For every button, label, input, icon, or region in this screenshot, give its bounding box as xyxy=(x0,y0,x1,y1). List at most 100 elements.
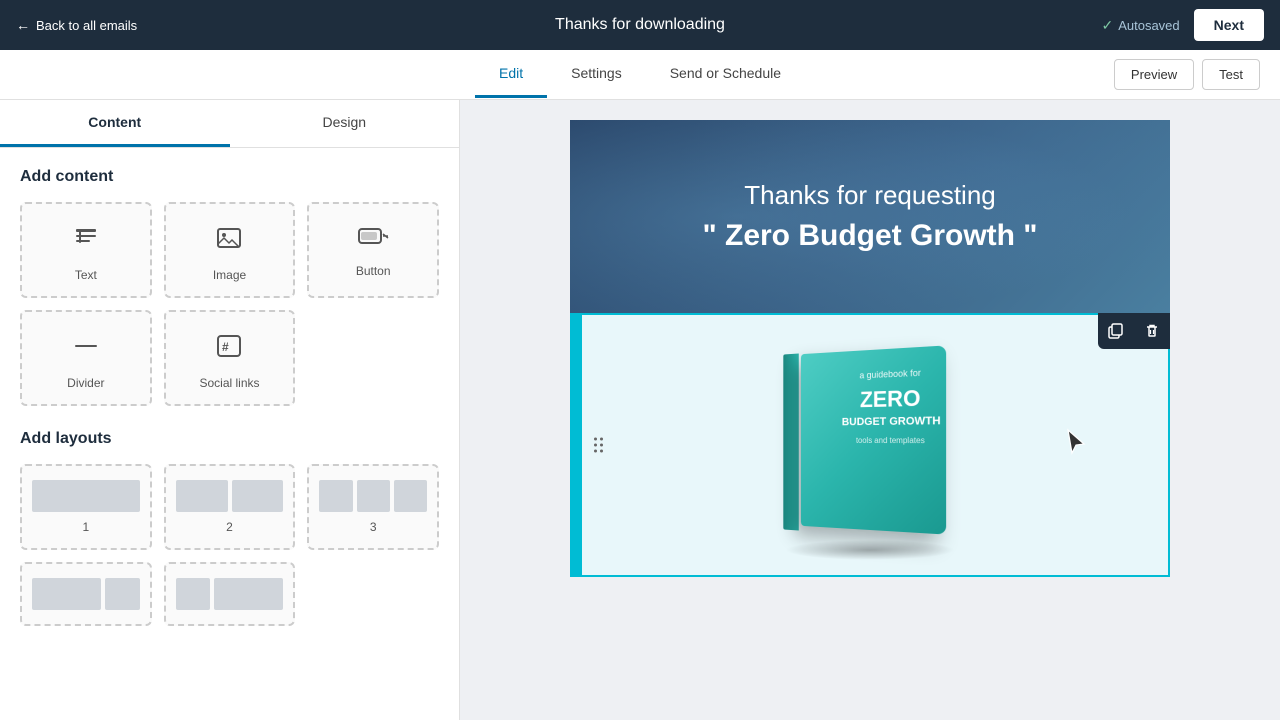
layout-col xyxy=(394,480,427,512)
book-illustration: a guidebook for ZERO BUDGET GROWTH tools… xyxy=(775,340,975,550)
layout-extra-preview xyxy=(32,578,140,610)
social-content-label: Social links xyxy=(199,376,259,390)
drag-dot xyxy=(600,450,603,453)
layout-col xyxy=(232,480,284,512)
email-body-block[interactable]: a guidebook for ZERO BUDGET GROWTH tools… xyxy=(570,313,1170,577)
layout-col xyxy=(32,480,140,512)
book-spine xyxy=(783,354,798,531)
layout-1-preview xyxy=(32,480,140,512)
content-item-image[interactable]: Image xyxy=(164,202,296,298)
layout-extra-1[interactable] xyxy=(20,562,152,626)
drag-dot-row xyxy=(594,444,603,447)
sidebar-tab-content[interactable]: Content xyxy=(0,100,230,147)
button-content-icon xyxy=(357,224,389,254)
email-canvas: Thanks for requesting " Zero Budget Grow… xyxy=(460,100,1280,720)
layout-1-label: 1 xyxy=(82,520,89,534)
top-bar: ← Back to all emails Thanks for download… xyxy=(0,0,1280,50)
layout-col xyxy=(176,480,228,512)
sidebar-tab-design[interactable]: Design xyxy=(230,100,460,147)
test-button[interactable]: Test xyxy=(1202,59,1260,90)
back-label: Back to all emails xyxy=(36,18,137,33)
email-body-sidebar-bar xyxy=(572,315,582,575)
book-title-sub: BUDGET GROWTH xyxy=(828,415,957,429)
layout-3-preview xyxy=(319,480,427,512)
book-bottom-text: tools and templates xyxy=(828,436,957,446)
back-arrow-icon: ← xyxy=(16,17,30,33)
image-content-icon xyxy=(215,224,243,258)
drag-dot-row xyxy=(594,438,603,441)
layout-col xyxy=(357,480,390,512)
email-header-line1: Thanks for requesting xyxy=(610,180,1130,211)
next-button[interactable]: Next xyxy=(1194,9,1264,41)
add-content-title: Add content xyxy=(20,168,439,186)
layout-extra-preview-2 xyxy=(176,578,284,610)
text-content-label: Text xyxy=(75,268,97,282)
copy-block-button[interactable] xyxy=(1098,313,1134,349)
drag-dot xyxy=(600,444,603,447)
tab-send-schedule[interactable]: Send or Schedule xyxy=(646,51,805,98)
secondary-nav: Edit Settings Send or Schedule Preview T… xyxy=(0,50,1280,100)
email-body-content: a guidebook for ZERO BUDGET GROWTH tools… xyxy=(582,315,1168,575)
content-item-button[interactable]: Button xyxy=(307,202,439,298)
layout-2-col[interactable]: 2 xyxy=(164,464,296,550)
email-wrapper: Thanks for requesting " Zero Budget Grow… xyxy=(570,120,1170,577)
layout-2-preview xyxy=(176,480,284,512)
preview-button[interactable]: Preview xyxy=(1114,59,1194,90)
book-body: a guidebook for ZERO BUDGET GROWTH tools… xyxy=(801,345,946,534)
tab-bar: Edit Settings Send or Schedule xyxy=(475,51,805,98)
divider-content-label: Divider xyxy=(67,376,104,390)
back-link[interactable]: ← Back to all emails xyxy=(16,17,137,33)
tab-settings[interactable]: Settings xyxy=(547,51,646,98)
drag-dot xyxy=(594,450,597,453)
layouts-grid: 1 2 3 xyxy=(20,464,439,626)
layout-col xyxy=(32,578,101,610)
svg-text:#: # xyxy=(222,340,229,354)
button-content-label: Button xyxy=(356,264,391,278)
layout-extra-2[interactable] xyxy=(164,562,296,626)
text-content-icon xyxy=(72,224,100,258)
email-header-line2: " Zero Budget Growth " xyxy=(610,219,1130,253)
layout-col xyxy=(105,578,140,610)
secondary-nav-actions: Preview Test xyxy=(1114,59,1260,90)
page-title: Thanks for downloading xyxy=(555,16,725,34)
content-items-grid: Text Image xyxy=(20,202,439,406)
content-item-social[interactable]: # Social links xyxy=(164,310,296,406)
content-item-divider[interactable]: Divider xyxy=(20,310,152,406)
sidebar-tabs: Content Design xyxy=(0,100,459,148)
book-subtitle: a guidebook for xyxy=(828,366,957,382)
check-icon: ✓ xyxy=(1101,17,1113,34)
tab-edit[interactable]: Edit xyxy=(475,51,547,98)
book-title-main: ZERO xyxy=(828,385,957,413)
drag-dot xyxy=(594,444,597,447)
main-layout: Content Design Add content Text xyxy=(0,100,1280,720)
autosaved-label: Autosaved xyxy=(1118,18,1179,33)
delete-block-button[interactable] xyxy=(1134,313,1170,349)
social-content-icon: # xyxy=(215,332,243,366)
layout-3-label: 3 xyxy=(370,520,377,534)
book-shadow xyxy=(785,540,955,560)
drag-dot xyxy=(600,438,603,441)
layout-col xyxy=(319,480,352,512)
email-header-block[interactable]: Thanks for requesting " Zero Budget Grow… xyxy=(570,120,1170,313)
autosaved-status: ✓ Autosaved xyxy=(1101,17,1179,34)
layout-1-col[interactable]: 1 xyxy=(20,464,152,550)
drag-dot xyxy=(594,438,597,441)
email-body-inner: a guidebook for ZERO BUDGET GROWTH tools… xyxy=(572,315,1168,575)
drag-handle[interactable] xyxy=(594,438,603,453)
layout-3-col[interactable]: 3 xyxy=(307,464,439,550)
drag-dot-row xyxy=(594,450,603,453)
cursor-icon xyxy=(1064,428,1088,462)
email-header-text: Thanks for requesting " Zero Budget Grow… xyxy=(610,180,1130,253)
layout-col xyxy=(176,578,211,610)
sidebar-content: Add content Text xyxy=(0,148,459,646)
layout-col xyxy=(214,578,283,610)
divider-content-icon xyxy=(72,332,100,366)
image-content-label: Image xyxy=(213,268,246,282)
book-text: a guidebook for ZERO BUDGET GROWTH tools… xyxy=(828,366,957,446)
add-layouts-title: Add layouts xyxy=(20,430,439,448)
content-item-text[interactable]: Text xyxy=(20,202,152,298)
layout-2-label: 2 xyxy=(226,520,233,534)
top-bar-right: ✓ Autosaved Next xyxy=(1101,9,1264,41)
block-actions xyxy=(1098,313,1170,349)
sidebar: Content Design Add content Text xyxy=(0,100,460,720)
